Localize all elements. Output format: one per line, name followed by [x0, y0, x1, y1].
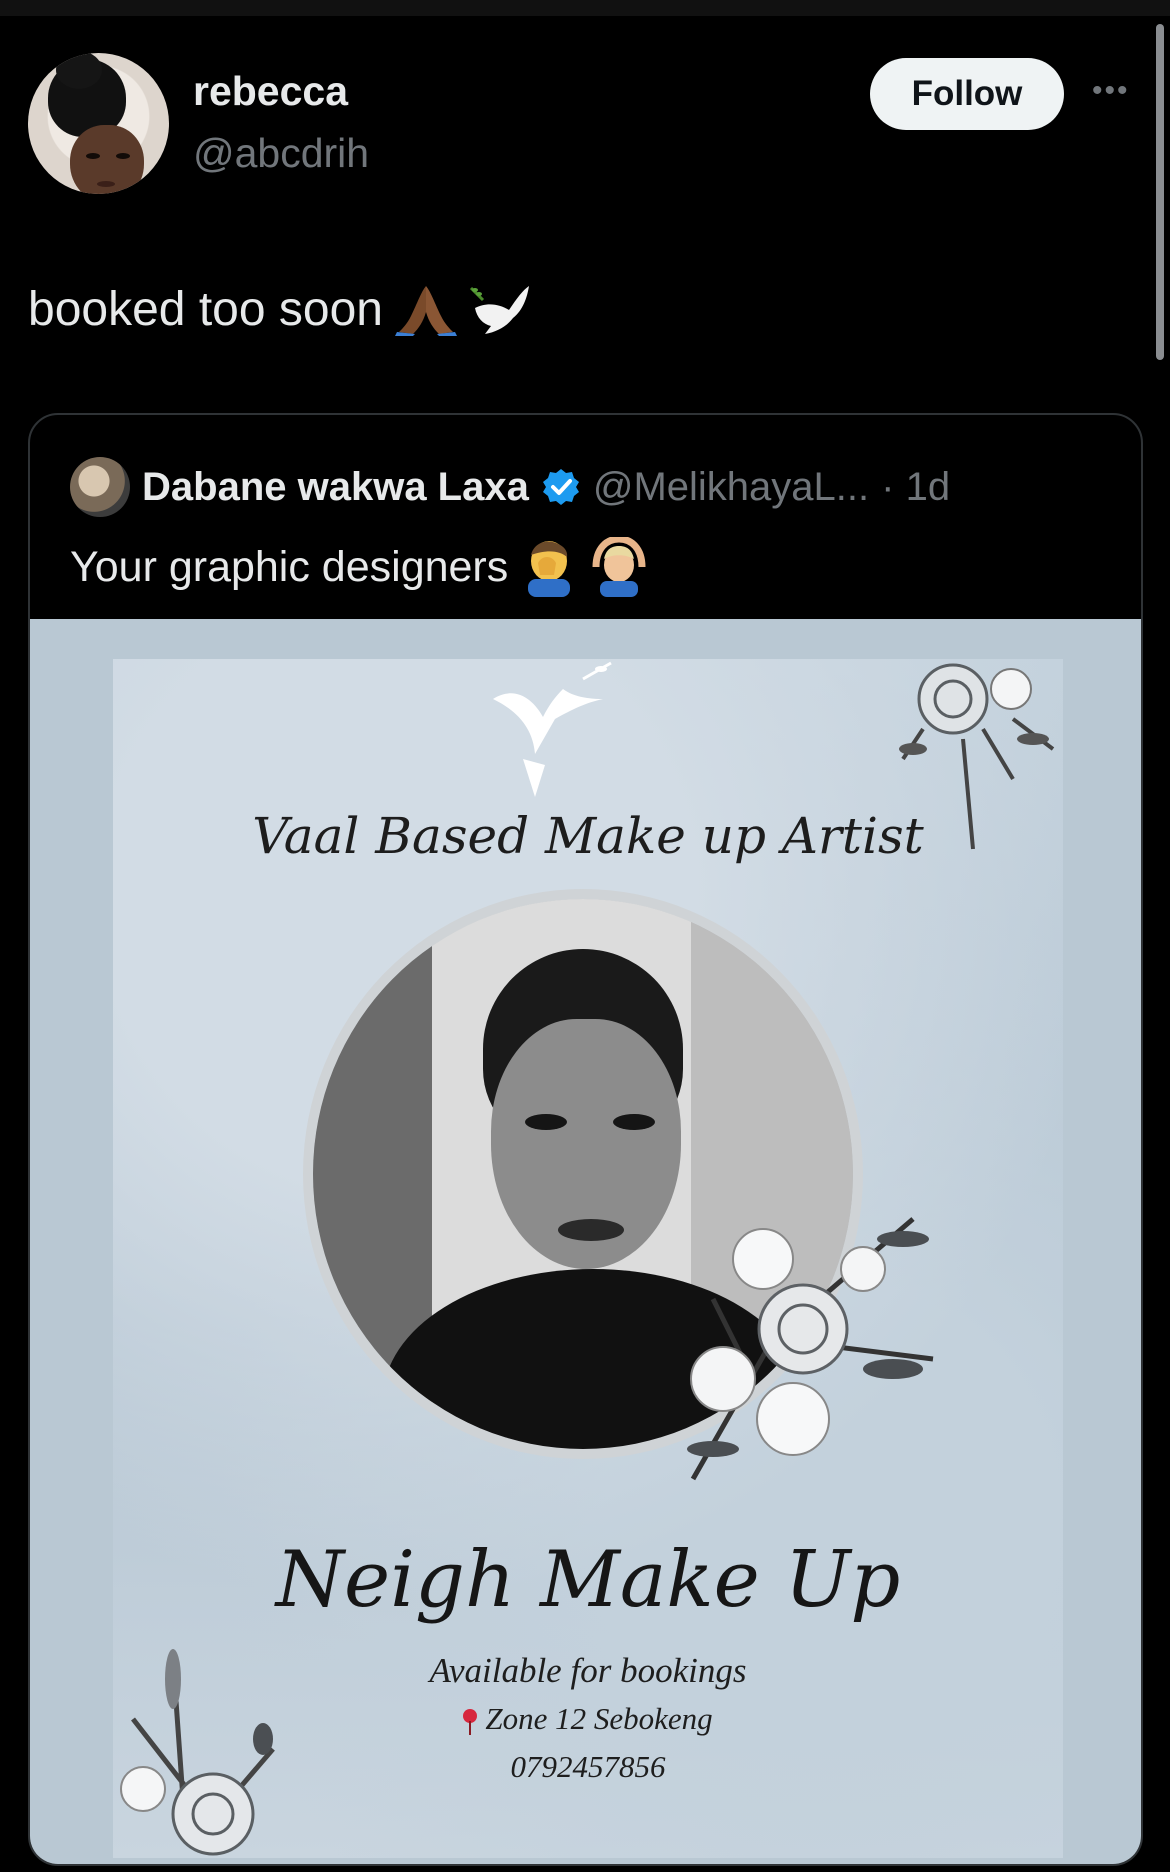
quoted-post-card[interactable]: Dabane wakwa Laxa @MelikhayaL... · 1d Yo…	[28, 413, 1143, 1866]
more-options-icon[interactable]: •••	[1092, 74, 1130, 108]
top-right-flowers	[899, 663, 1055, 850]
verified-badge-icon	[542, 469, 579, 505]
quoted-avatar[interactable]	[70, 457, 130, 517]
person-gesturing-ok-icon	[592, 537, 646, 597]
flyer-poster: Vaal Based Make up Artist Neigh Make Up …	[113, 659, 1063, 1858]
quoted-author-name[interactable]: Dabane wakwa Laxa	[142, 465, 529, 510]
portrait-flowers	[687, 1217, 934, 1481]
folded-hands-icon	[394, 286, 457, 336]
scrollbar[interactable]	[1156, 24, 1164, 360]
quoted-post-text: Your graphic designers	[70, 537, 648, 597]
location-pin-icon	[463, 1709, 478, 1735]
quoted-text-content: Your graphic designers	[70, 542, 509, 591]
bottom-left-flowers	[120, 1649, 275, 1856]
quoted-author-handle[interactable]: @MelikhayaL...	[593, 465, 869, 510]
status-bar	[0, 0, 1170, 16]
flyer-location-text: Zone 12 Sebokeng	[485, 1701, 713, 1736]
flyer-title: Neigh Make Up	[275, 1535, 901, 1625]
post-text: booked too soon	[28, 280, 531, 338]
author-name[interactable]: rebecca	[193, 68, 348, 115]
attached-image[interactable]: Vaal Based Make up Artist Neigh Make Up …	[30, 619, 1141, 1864]
avatar[interactable]	[28, 53, 169, 194]
man-facepalming-icon	[528, 541, 571, 597]
quoted-timestamp[interactable]: · 1d	[881, 465, 950, 510]
post-text-content: booked too soon	[28, 282, 383, 336]
dove-illustration	[493, 661, 612, 797]
follow-button[interactable]: Follow	[870, 58, 1064, 130]
author-handle[interactable]: @abcdrih	[193, 130, 369, 177]
dove-icon	[469, 286, 529, 334]
quoted-post-header: Dabane wakwa Laxa @MelikhayaL... · 1d	[70, 457, 950, 517]
